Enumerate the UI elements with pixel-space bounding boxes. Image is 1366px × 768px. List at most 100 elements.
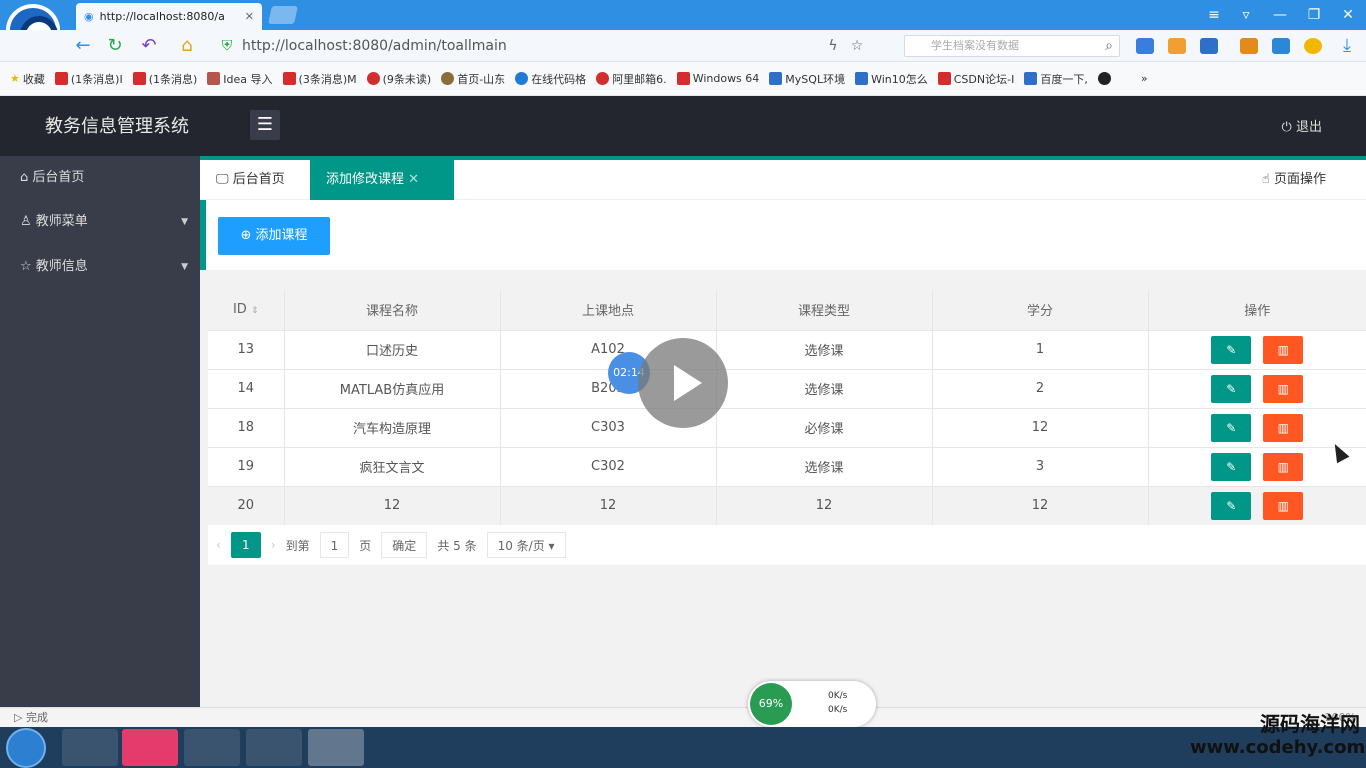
skin-icon[interactable]: ▿ (1232, 4, 1260, 26)
app-title: 教务信息管理系统 (45, 116, 189, 137)
bookmark-item[interactable]: (9条未读) (366, 71, 431, 87)
edit-button[interactable]: ✎ (1211, 413, 1252, 442)
intellij-taskbar-icon[interactable] (122, 729, 178, 766)
delete-button[interactable]: ▥ (1263, 491, 1304, 520)
bookmark-item[interactable]: 在线代码格 (515, 71, 586, 87)
download-speed: 0K/s (828, 705, 848, 715)
watermark-title: 源码海洋网 (1260, 712, 1360, 736)
page-operations-button[interactable]: ☝ 页面操作 (1262, 160, 1326, 200)
maximize-button[interactable]: ❐ (1300, 4, 1328, 26)
sort-icon[interactable]: ⇕ (251, 306, 259, 316)
search-input[interactable]: 学生档案没有数据 (904, 35, 1120, 57)
status-bar: ▷ 完成 100% (0, 707, 1366, 727)
browser-taskbar-icon[interactable] (308, 729, 364, 766)
table-row: 14 MATLAB仿真应用 B203 选修课 2 ✎ ▥ (208, 368, 1366, 408)
scissors-icon[interactable] (1200, 38, 1218, 54)
more-bookmarks-icon[interactable]: » (1141, 72, 1148, 85)
search-icon[interactable]: ⌕ (1094, 30, 1124, 62)
cell-name: 汽车构造原理 (284, 407, 501, 447)
app-taskbar-icon[interactable] (246, 729, 302, 766)
globe-icon: ◉ (84, 10, 94, 23)
edit-button[interactable]: ✎ (1211, 491, 1252, 520)
network-speed-widget[interactable]: 69% 0K/s 0K/s (748, 681, 876, 727)
browser-tab-title: http://localhost:8080/a (99, 10, 225, 23)
back-icon[interactable]: ← (68, 30, 98, 62)
bookmark-item[interactable]: Windows 64 (676, 72, 759, 85)
close-window-button[interactable]: ✕ (1334, 4, 1362, 26)
csdn-icon (54, 72, 68, 85)
menu-toggle-button[interactable]: ☰ (250, 110, 280, 140)
download-icon[interactable]: ⤓ (1332, 30, 1362, 62)
explorer-taskbar-icon[interactable] (62, 729, 118, 766)
play-icon[interactable] (638, 338, 728, 428)
chevron-down-icon: ▼ (181, 217, 188, 227)
new-tab-button[interactable] (268, 6, 298, 24)
extension-icon[interactable] (1136, 38, 1154, 54)
bookmark-item[interactable]: (1条消息) (132, 71, 197, 87)
prev-page-icon[interactable]: ‹ (216, 538, 221, 552)
extension-icon[interactable] (1168, 38, 1186, 54)
page-input[interactable]: 1 (319, 532, 350, 558)
column-header-id[interactable]: ID ⇕ (208, 290, 285, 330)
start-button[interactable] (6, 728, 46, 768)
cell-actions: ✎ ▥ (1148, 329, 1366, 369)
browser-tab[interactable]: ◉ http://localhost:8080/a ✕ (76, 3, 262, 30)
status-text: 完成 (25, 711, 48, 724)
edit-button[interactable]: ✎ (1211, 374, 1252, 403)
per-page-select[interactable]: 10 条/页 ▾ (486, 532, 566, 558)
page-icon (207, 72, 221, 85)
cell-type: 选修课 (716, 446, 933, 486)
current-page-button[interactable]: 1 (230, 532, 261, 558)
delete-button[interactable]: ▥ (1263, 374, 1304, 403)
cell-credit: 12 (932, 407, 1149, 447)
edit-button[interactable]: ✎ (1211, 452, 1252, 481)
bookmark-item[interactable]: 首页-山东 (441, 71, 505, 87)
total-count: 共 5 条 (437, 538, 477, 553)
edit-button[interactable]: ✎ (1211, 335, 1252, 364)
bookmark-item[interactable]: CSDN论坛-I (937, 71, 1014, 87)
extension-icon[interactable] (1240, 38, 1258, 54)
bookmark-item[interactable]: ★ 收藏 (10, 71, 45, 87)
add-course-button[interactable]: ⊕ 添加课程 (218, 217, 330, 255)
bookmark-item[interactable]: MySQL环境 (769, 71, 845, 87)
delete-button[interactable]: ▥ (1263, 335, 1304, 364)
bookmark-item[interactable]: 阿里邮箱6. (596, 71, 667, 87)
close-tab-icon[interactable]: ✕ (245, 10, 254, 23)
cell-credit: 3 (932, 446, 1149, 486)
pencil-icon: ✎ (1226, 498, 1237, 513)
star-icon[interactable]: ☆ (842, 30, 872, 62)
dropdown-arrow-icon: ▾ (548, 539, 555, 553)
delete-button[interactable]: ▥ (1263, 413, 1304, 442)
url-input[interactable]: http://localhost:8080/admin/toallmain (236, 35, 816, 57)
chrome-taskbar-icon[interactable] (184, 729, 240, 766)
menu-icon[interactable]: ≡ (1200, 4, 1228, 26)
page-unit-label: 页 (359, 538, 372, 553)
tab-course-edit[interactable]: 添加修改课程 ✕ (310, 160, 454, 200)
bookmark-item[interactable]: (1条消息)I (54, 71, 123, 87)
smile-icon[interactable] (1304, 38, 1322, 54)
refresh-icon[interactable]: ↻ (100, 30, 130, 62)
next-page-icon[interactable]: › (271, 538, 276, 552)
delete-button[interactable]: ▥ (1263, 452, 1304, 481)
sidebar-item-home[interactable]: ⌂ 后台首页 (0, 156, 200, 200)
power-icon: ⏻ (1281, 120, 1292, 135)
column-header: 学分 (932, 290, 1149, 330)
logout-button[interactable]: ⏻ 退出 (1282, 116, 1322, 135)
bookmark-item[interactable]: Idea 导入 (207, 71, 273, 87)
bookmark-item[interactable]: Win10怎么 (855, 71, 928, 87)
bookmark-item[interactable]: (3条消息)M (282, 71, 357, 87)
pencil-icon: ✎ (1226, 342, 1237, 357)
home-icon[interactable]: ⌂ (172, 30, 202, 62)
undo-icon[interactable]: ↶ (134, 30, 164, 62)
bookmark-item[interactable]: 百度一下, (1024, 71, 1088, 87)
tab-home[interactable]: 🖵 后台首页 (200, 160, 301, 200)
extension-icon[interactable] (1272, 38, 1290, 54)
cell-actions: ✎ ▥ (1148, 485, 1366, 525)
sidebar-item-teacher-menu[interactable]: ♙ 教师菜单 ▼ (0, 200, 200, 244)
taskbar (0, 727, 1366, 768)
sidebar-item-teacher-info[interactable]: ☆ 教师信息 ▼ (0, 245, 200, 289)
bookmark-item[interactable] (1097, 72, 1111, 85)
close-tab-icon[interactable]: ✕ (408, 172, 419, 187)
confirm-button[interactable]: 确定 (381, 532, 428, 558)
minimize-button[interactable]: — (1266, 4, 1294, 26)
